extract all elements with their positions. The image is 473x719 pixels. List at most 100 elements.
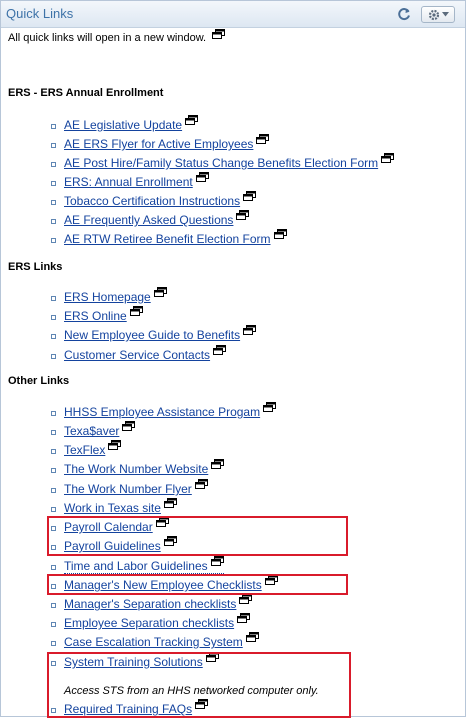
bullet-icon bbox=[51, 641, 56, 646]
link-ae-rtw-retiree-form[interactable]: AE RTW Retiree Benefit Election Form bbox=[64, 229, 287, 246]
bullet-icon bbox=[51, 507, 56, 512]
bullet-icon bbox=[51, 219, 56, 224]
bullet-icon bbox=[51, 162, 56, 167]
link-new-employee-guide[interactable]: New Employee Guide to Benefits bbox=[64, 325, 257, 342]
section-heading-ers-links: ERS Links bbox=[8, 261, 63, 273]
new-window-icon bbox=[185, 115, 199, 125]
section-heading-ers-annual-enrollment: ERS - ERS Annual Enrollment bbox=[8, 87, 164, 99]
new-window-icon bbox=[194, 479, 208, 489]
new-window-icon bbox=[237, 613, 251, 623]
bullet-icon bbox=[51, 200, 56, 205]
link-hhss-employee-assistance[interactable]: HHSS Employee Assistance Progam bbox=[64, 402, 277, 419]
link-label: ERS Homepage bbox=[64, 290, 151, 304]
new-window-icon bbox=[245, 632, 259, 642]
bullet-icon bbox=[51, 622, 56, 627]
link-label: The Work Number Website bbox=[64, 462, 209, 476]
new-window-icon bbox=[236, 210, 250, 220]
link-label: AE Frequently Asked Questions bbox=[64, 213, 234, 227]
highlight-box-managers-checklists bbox=[47, 574, 348, 595]
link-ae-faq[interactable]: AE Frequently Asked Questions bbox=[64, 210, 250, 227]
link-label: New Employee Guide to Benefits bbox=[64, 328, 241, 342]
bullet-icon bbox=[51, 143, 56, 148]
new-window-icon bbox=[273, 229, 287, 239]
new-window-icon bbox=[212, 29, 226, 39]
link-label: ERS: Annual Enrollment bbox=[64, 175, 193, 189]
section-heading-other-links: Other Links bbox=[8, 375, 70, 387]
link-label: HHSS Employee Assistance Progam bbox=[64, 405, 261, 419]
link-label: AE RTW Retiree Benefit Election Form bbox=[64, 232, 271, 246]
bullet-icon bbox=[51, 603, 56, 608]
link-label: Tobacco Certification Instructions bbox=[64, 194, 241, 208]
link-work-number-flyer[interactable]: The Work Number Flyer bbox=[64, 479, 208, 496]
link-ers-homepage[interactable]: ERS Homepage bbox=[64, 287, 167, 304]
link-label: Employee Separation checklists bbox=[64, 616, 235, 630]
new-window-icon bbox=[263, 402, 277, 412]
link-work-number-website[interactable]: The Work Number Website bbox=[64, 459, 225, 476]
link-label: Texa$aver bbox=[64, 424, 120, 438]
bullet-icon bbox=[51, 449, 56, 454]
link-label: Customer Service Contacts bbox=[64, 348, 211, 362]
link-ae-ers-flyer[interactable]: AE ERS Flyer for Active Employees bbox=[64, 134, 270, 151]
new-window-icon bbox=[163, 498, 177, 508]
bullet-icon bbox=[51, 411, 56, 416]
new-window-icon bbox=[195, 172, 209, 182]
link-label: TexFlex bbox=[64, 443, 106, 457]
new-window-icon bbox=[129, 306, 143, 316]
bullet-icon bbox=[51, 354, 56, 359]
link-tobacco-certification[interactable]: Tobacco Certification Instructions bbox=[64, 191, 257, 208]
link-ae-post-hire-election-form[interactable]: AE Post Hire/Family Status Change Benefi… bbox=[64, 153, 395, 170]
bullet-icon bbox=[51, 334, 56, 339]
link-label: Time and Labor Guidelines bbox=[64, 559, 208, 573]
link-label: Manager's Separation checklists bbox=[64, 597, 237, 611]
bullet-icon bbox=[51, 468, 56, 473]
link-ae-legislative-update[interactable]: AE Legislative Update bbox=[64, 115, 199, 132]
link-label: AE Legislative Update bbox=[64, 118, 183, 132]
link-ers-online[interactable]: ERS Online bbox=[64, 306, 143, 323]
bullet-icon bbox=[51, 296, 56, 301]
new-window-icon bbox=[243, 191, 257, 201]
intro-label: All quick links will open in a new windo… bbox=[8, 32, 207, 44]
gear-icon bbox=[428, 9, 439, 20]
new-window-icon bbox=[108, 440, 122, 450]
new-window-icon bbox=[211, 459, 225, 469]
new-window-icon bbox=[239, 594, 253, 604]
link-ers-annual-enrollment[interactable]: ERS: Annual Enrollment bbox=[64, 172, 209, 189]
pagelet-title: Quick Links bbox=[6, 6, 74, 21]
bullet-icon bbox=[51, 488, 56, 493]
refresh-icon[interactable] bbox=[395, 5, 413, 23]
new-window-icon bbox=[153, 287, 167, 297]
link-texflex[interactable]: TexFlex bbox=[64, 440, 122, 457]
link-label: Work in Texas site bbox=[64, 501, 161, 515]
new-window-icon bbox=[381, 153, 395, 163]
new-window-icon bbox=[243, 325, 257, 335]
new-window-icon bbox=[256, 134, 270, 144]
link-time-and-labor-guidelines[interactable]: Time and Labor Guidelines bbox=[64, 556, 224, 574]
link-label: The Work Number Flyer bbox=[64, 482, 192, 496]
pagelet-header: Quick Links bbox=[1, 1, 465, 28]
link-label: Case Escalation Tracking System bbox=[64, 635, 243, 649]
link-texasaver[interactable]: Texa$aver bbox=[64, 421, 136, 438]
link-work-in-texas[interactable]: Work in Texas site bbox=[64, 498, 177, 515]
pagelet-options-button[interactable] bbox=[421, 6, 455, 23]
bullet-icon bbox=[51, 430, 56, 435]
highlight-box-payroll bbox=[47, 516, 348, 556]
new-window-icon bbox=[122, 421, 136, 431]
link-label: AE ERS Flyer for Active Employees bbox=[64, 137, 254, 151]
intro-text: All quick links will open in a new windo… bbox=[8, 29, 226, 44]
link-employee-separation-checklists[interactable]: Employee Separation checklists bbox=[64, 613, 251, 630]
new-window-icon bbox=[213, 345, 227, 355]
bullet-icon bbox=[51, 124, 56, 129]
link-managers-separation-checklists[interactable]: Manager's Separation checklists bbox=[64, 594, 253, 611]
link-label: AE Post Hire/Family Status Change Benefi… bbox=[64, 156, 379, 170]
bullet-icon bbox=[51, 315, 56, 320]
link-customer-service-contacts[interactable]: Customer Service Contacts bbox=[64, 345, 227, 362]
link-case-escalation-tracking[interactable]: Case Escalation Tracking System bbox=[64, 632, 259, 649]
chevron-down-icon bbox=[441, 12, 449, 17]
link-label: ERS Online bbox=[64, 309, 127, 323]
quick-links-pagelet: Quick Links All quick links will open in… bbox=[0, 0, 466, 718]
new-window-icon bbox=[210, 556, 224, 566]
highlight-box-training bbox=[47, 652, 351, 718]
bullet-icon bbox=[51, 238, 56, 243]
bullet-icon bbox=[51, 565, 56, 570]
bullet-icon bbox=[51, 181, 56, 186]
